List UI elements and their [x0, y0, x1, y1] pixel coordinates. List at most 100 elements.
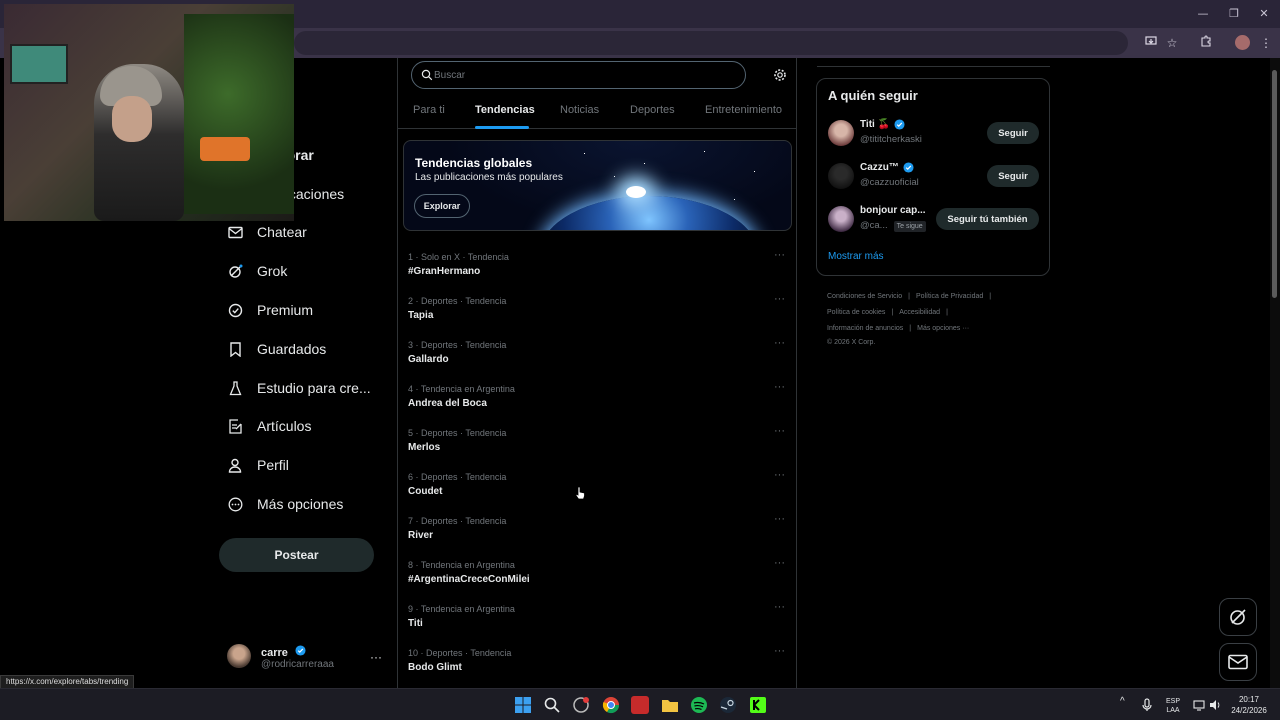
- sunrise-glow: [626, 186, 646, 198]
- nav-item-chatear[interactable]: Chatear: [227, 217, 307, 247]
- follow-button[interactable]: Seguir: [987, 165, 1039, 187]
- follow-button[interactable]: Seguir: [987, 122, 1039, 144]
- nav-item-estudio[interactable]: Estudio para cre...: [227, 373, 371, 403]
- footer-link[interactable]: Información de anuncios: [827, 325, 903, 332]
- close-icon[interactable]: ✕: [1256, 6, 1272, 22]
- follow-suggestion[interactable]: Cazzu™ @cazzuoficial Seguir: [817, 157, 1049, 197]
- follow-back-button[interactable]: Seguir tú también: [936, 208, 1039, 230]
- messages-floating-button[interactable]: [1219, 643, 1257, 681]
- footer-link[interactable]: Política de cookies: [827, 309, 885, 316]
- language-indicator[interactable]: ESP LAA: [1160, 697, 1186, 715]
- footer-link[interactable]: Condiciones de Servicio: [827, 293, 902, 300]
- show-more-link[interactable]: Mostrar más: [828, 251, 884, 262]
- language-code: ESP: [1165, 698, 1180, 705]
- trend-name: River: [408, 530, 434, 541]
- settings-gear-icon[interactable]: [773, 68, 787, 82]
- more-options-icon[interactable]: ···: [774, 645, 785, 657]
- search-box[interactable]: [411, 61, 746, 89]
- tab-deportes[interactable]: Deportes: [630, 104, 675, 116]
- more-options-icon[interactable]: ···: [774, 293, 785, 305]
- install-app-icon[interactable]: [1143, 35, 1159, 51]
- trend-item[interactable]: 5 · Deportes · Tendencia Merlos ···: [398, 423, 796, 467]
- follow-handle: @ca...: [860, 220, 888, 231]
- search-input[interactable]: [434, 66, 734, 84]
- banner-subtitle: Las publicaciones más populares: [415, 172, 563, 183]
- explore-tabs: Para ti Tendencias Noticias Deportes Ent…: [398, 94, 796, 129]
- kick-icon[interactable]: [749, 696, 767, 714]
- follow-name-row: Cazzu™: [860, 162, 914, 173]
- nav-item-guardados[interactable]: Guardados: [227, 334, 326, 364]
- monster-app-icon[interactable]: [631, 696, 649, 714]
- footer-copyright: © 2026 X Corp.: [827, 339, 876, 346]
- trend-item[interactable]: 4 · Tendencia en Argentina Andrea del Bo…: [398, 379, 796, 423]
- more-options-icon[interactable]: ···: [774, 337, 785, 349]
- trend-item[interactable]: 10 · Deportes · Tendencia Bodo Glimt ···: [398, 643, 796, 687]
- explore-button[interactable]: Explorar: [414, 194, 470, 218]
- footer-links: Condiciones de Servicio | Política de Priv…: [827, 289, 1052, 349]
- browser-profile-avatar[interactable]: [1235, 35, 1250, 50]
- more-options-icon[interactable]: ···: [774, 513, 785, 525]
- page-scrollbar[interactable]: [1270, 58, 1280, 688]
- tab-para-ti[interactable]: Para ti: [413, 104, 445, 116]
- tab-entretenimiento[interactable]: Entretenimiento: [705, 104, 782, 116]
- webcam-face: [112, 96, 152, 142]
- footer-link[interactable]: Accesibilidad: [899, 309, 940, 316]
- microphone-icon[interactable]: [1142, 698, 1152, 712]
- clock-time: 20:17: [1238, 695, 1260, 704]
- spotify-icon[interactable]: [690, 696, 708, 714]
- game-bar-icon[interactable]: [572, 696, 590, 714]
- browser-menu-icon[interactable]: ⋮: [1258, 35, 1274, 51]
- nav-item-mas-opciones[interactable]: Más opciones: [227, 489, 343, 519]
- more-options-icon[interactable]: ···: [774, 557, 785, 569]
- nav-item-grok[interactable]: Grok: [227, 256, 287, 286]
- steam-icon[interactable]: [719, 696, 737, 714]
- more-options-icon[interactable]: ···: [774, 425, 785, 437]
- nav-label: Premium: [257, 302, 314, 318]
- trend-name: Coudet: [408, 486, 443, 497]
- trend-name: Titi: [408, 618, 423, 629]
- webcam-microphone: [200, 137, 250, 161]
- more-options-icon[interactable]: ···: [774, 469, 785, 481]
- trend-item[interactable]: 2 · Deportes · Tendencia Tapia ···: [398, 291, 796, 335]
- trend-item[interactable]: 3 · Deportes · Tendencia Gallardo ···: [398, 335, 796, 379]
- tab-tendencias[interactable]: Tendencias: [475, 104, 535, 116]
- trend-item[interactable]: 1 · Solo en X · Tendencia #GranHermano ·…: [398, 247, 796, 291]
- follow-suggestion[interactable]: Titi 🍒 @tititcherkaski Seguir: [817, 114, 1049, 154]
- trend-item[interactable]: 6 · Deportes · Tendencia Coudet ···: [398, 467, 796, 511]
- windows-start-icon[interactable]: [514, 696, 532, 714]
- follow-suggestion[interactable]: bonjour cap... @ca... Te sigue Seguir tú …: [817, 200, 1049, 240]
- folder-icon[interactable]: [661, 696, 679, 714]
- trend-meta: 1 · Solo en X · Tendencia: [408, 252, 509, 262]
- trend-item[interactable]: 9 · Tendencia en Argentina Titi ···: [398, 599, 796, 643]
- address-bar[interactable]: [294, 31, 1128, 55]
- nav-item-articulos[interactable]: Artículos: [227, 411, 311, 441]
- extensions-icon[interactable]: [1198, 35, 1214, 51]
- nav-label: Grok: [257, 263, 288, 279]
- post-button[interactable]: Postear: [219, 538, 374, 572]
- more-options-icon[interactable]: ···: [774, 601, 785, 613]
- more-options-icon[interactable]: ···: [774, 381, 785, 393]
- minimize-icon[interactable]: —: [1195, 6, 1211, 22]
- account-more-icon[interactable]: ···: [370, 650, 382, 664]
- grok-floating-button[interactable]: [1219, 598, 1257, 636]
- restore-icon[interactable]: ❐: [1226, 6, 1242, 22]
- nav-item-premium[interactable]: Premium: [227, 295, 313, 325]
- network-icon[interactable]: [1193, 699, 1205, 711]
- nav-item-perfil[interactable]: Perfil: [227, 450, 289, 480]
- tab-noticias[interactable]: Noticias: [560, 104, 599, 116]
- bookmark-star-icon[interactable]: ☆: [1164, 35, 1180, 51]
- chrome-icon[interactable]: [602, 696, 620, 714]
- tray-overflow-icon[interactable]: ^: [1120, 697, 1125, 707]
- taskbar-clock[interactable]: 20:17 24/2/2026: [1229, 694, 1269, 716]
- global-trends-banner[interactable]: Tendencias globales Las publicaciones má…: [403, 140, 792, 231]
- trend-item[interactable]: 8 · Tendencia en Argentina #ArgentinaCre…: [398, 555, 796, 599]
- scrollbar-thumb[interactable]: [1272, 70, 1277, 298]
- account-switcher[interactable]: carre @rodricarreraaa ···: [227, 644, 387, 674]
- volume-icon[interactable]: [1209, 699, 1221, 711]
- trend-item[interactable]: 7 · Deportes · Tendencia River ···: [398, 511, 796, 555]
- footer-more-link[interactable]: Más opciones ···: [917, 325, 969, 332]
- footer-link[interactable]: Política de Privacidad: [916, 293, 983, 300]
- account-handle: @rodricarreraaa: [261, 659, 334, 670]
- search-icon[interactable]: [543, 696, 561, 714]
- more-options-icon[interactable]: ···: [774, 249, 785, 261]
